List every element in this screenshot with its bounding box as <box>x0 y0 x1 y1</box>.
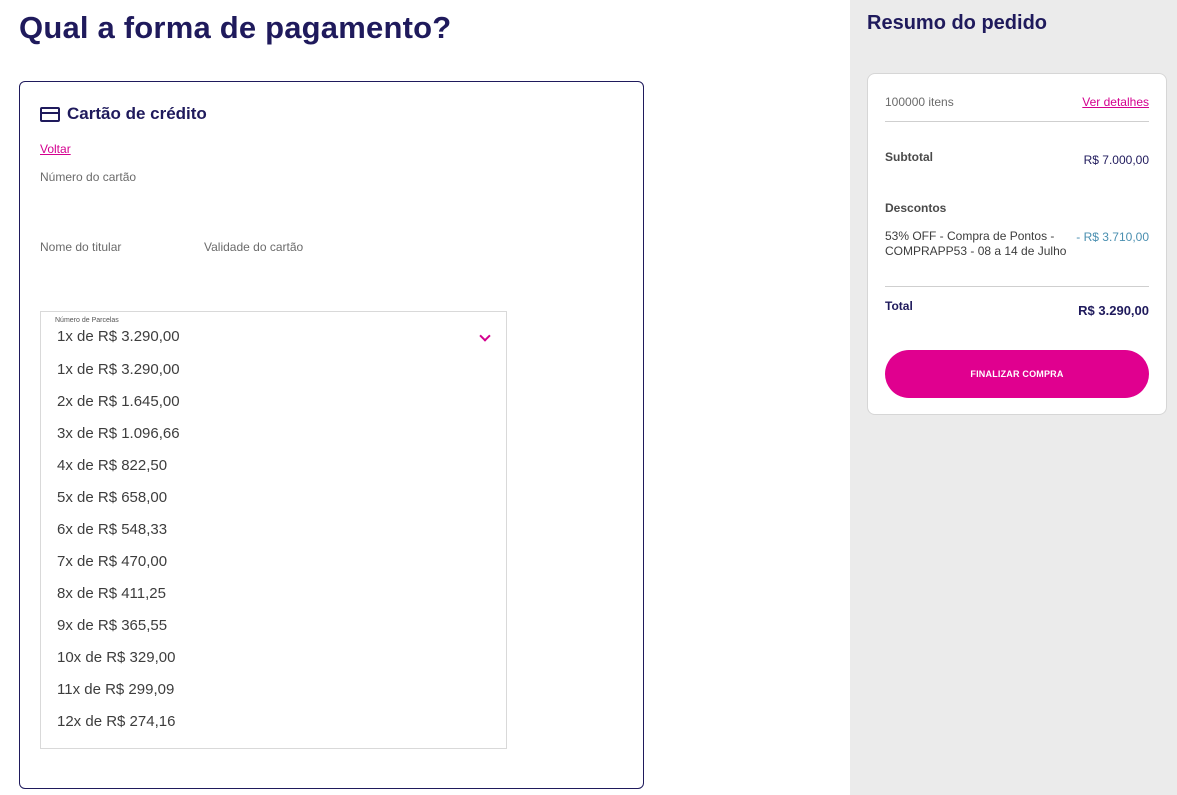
card-validity-label: Validade do cartão <box>204 240 304 254</box>
order-summary-title: Resumo do pedido <box>867 12 1047 34</box>
payment-card: Cartão de crédito Voltar Número do cartã… <box>19 81 644 789</box>
divider <box>885 286 1149 287</box>
total-value: R$ 3.290,00 <box>1078 303 1149 318</box>
installments-label: Número de Parcelas <box>55 317 119 324</box>
installment-option-7x[interactable]: 7x de R$ 470,00 <box>41 546 506 578</box>
order-summary-sidebar: Resumo do pedido 100000 itens Ver detalh… <box>850 0 1177 795</box>
subtotal-value: R$ 7.000,00 <box>1083 153 1149 167</box>
payment-method-header: Cartão de crédito <box>40 104 207 124</box>
payment-method-title: Cartão de crédito <box>67 104 207 123</box>
installment-option-6x[interactable]: 6x de R$ 548,33 <box>41 514 506 546</box>
installment-option-12x[interactable]: 12x de R$ 274,16 <box>41 706 506 738</box>
installment-option-10x[interactable]: 10x de R$ 329,00 <box>41 642 506 674</box>
installment-option-5x[interactable]: 5x de R$ 658,00 <box>41 482 506 514</box>
installment-option-1x[interactable]: 1x de R$ 3.290,00 <box>41 354 506 386</box>
chevron-down-icon[interactable] <box>479 330 491 342</box>
total-label: Total <box>885 299 913 313</box>
installment-option-4x[interactable]: 4x de R$ 822,50 <box>41 450 506 482</box>
credit-card-icon <box>40 106 60 122</box>
installment-option-2x[interactable]: 2x de R$ 1.645,00 <box>41 386 506 418</box>
discount-value: - R$ 3.710,00 <box>1076 230 1149 244</box>
installment-option-3x[interactable]: 3x de R$ 1.096,66 <box>41 418 506 450</box>
discounts-label: Descontos <box>885 201 947 215</box>
discount-description: 53% OFF - Compra de Pontos - COMPRAPP53 … <box>885 229 1067 258</box>
installments-options-list: 1x de R$ 3.290,00 2x de R$ 1.645,00 3x d… <box>41 354 506 738</box>
back-link[interactable]: Voltar <box>40 142 71 156</box>
holder-name-label: Nome do titular <box>40 240 122 254</box>
order-summary-card: 100000 itens Ver detalhes Subtotal R$ 7.… <box>867 73 1167 415</box>
page-title: Qual a forma de pagamento? <box>19 10 452 45</box>
installment-option-8x[interactable]: 8x de R$ 411,25 <box>41 578 506 610</box>
divider <box>885 121 1149 122</box>
view-details-link[interactable]: Ver detalhes <box>1082 95 1149 109</box>
installment-option-11x[interactable]: 11x de R$ 299,09 <box>41 674 506 706</box>
card-number-label: Número do cartão <box>40 170 137 184</box>
main-content: Qual a forma de pagamento? Cartão de cré… <box>0 0 850 795</box>
finish-purchase-button[interactable]: FINALIZAR COMPRA <box>885 350 1149 398</box>
subtotal-label: Subtotal <box>885 150 933 164</box>
items-count: 100000 itens <box>885 95 954 109</box>
installments-select[interactable]: Número de Parcelas 1x de R$ 3.290,00 1x … <box>40 311 507 749</box>
installment-option-9x[interactable]: 9x de R$ 365,55 <box>41 610 506 642</box>
installments-selected-value[interactable]: 1x de R$ 3.290,00 <box>57 328 180 345</box>
